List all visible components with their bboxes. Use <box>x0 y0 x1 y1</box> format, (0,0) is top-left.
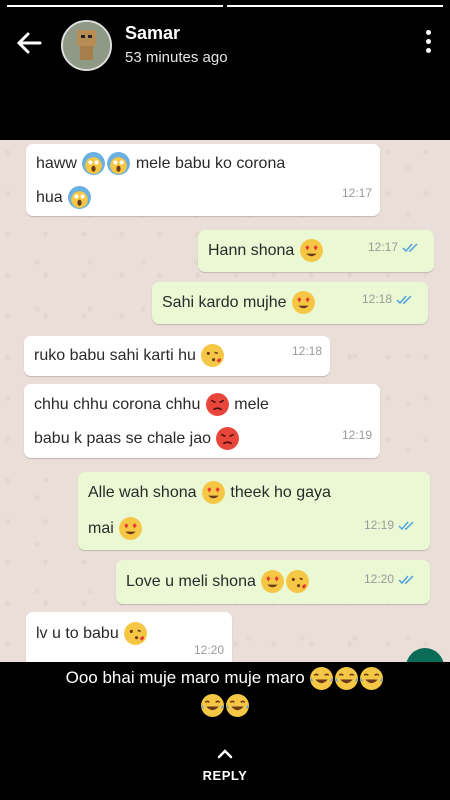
message-time: 12:17 <box>367 240 398 254</box>
status-image: haww mele babu ko corona hua 12:17 Hann … <box>0 140 450 662</box>
chat-bubble-outgoing: Hann shona 12:17 <box>198 230 434 272</box>
read-ticks-icon <box>396 295 412 304</box>
heart-eyes-emoji-icon <box>261 570 285 594</box>
tears-of-joy-emoji-icon <box>335 667 359 690</box>
contact-name: Samar <box>125 23 181 43</box>
tears-of-joy-emoji-icon <box>201 694 224 717</box>
read-ticks-icon <box>398 575 414 584</box>
chat-bubble-outgoing: Alle wah shona theek ho gaya mai 12:19 <box>78 472 430 550</box>
message-time: 12:18 <box>361 292 392 306</box>
progress-segment <box>227 5 443 7</box>
heart-eyes-emoji-icon <box>299 239 323 263</box>
heart-eyes-emoji-icon <box>202 481 225 505</box>
chat-bubble-incoming: haww mele babu ko corona hua 12:17 <box>26 144 380 216</box>
kiss-emoji-icon <box>201 344 225 368</box>
reply-button[interactable]: REPLY <box>0 746 450 783</box>
avatar[interactable] <box>61 20 112 71</box>
message-time: 12:17 <box>341 186 372 200</box>
chat-bubble-incoming: chhu chhu corona chhu mele babu k paas s… <box>24 384 380 458</box>
status-header: Samar 53 minutes ago <box>0 8 450 78</box>
chevron-up-icon <box>217 749 233 759</box>
chat-bubble-outgoing: Sahi kardo mujhe 12:18 <box>152 282 428 324</box>
status-time: 53 minutes ago <box>125 49 228 66</box>
read-ticks-icon <box>402 243 418 252</box>
message-time: 12:20 <box>193 643 224 657</box>
heart-eyes-emoji-icon <box>292 291 315 315</box>
scream-emoji-icon <box>68 186 92 210</box>
scream-emoji-icon <box>107 152 131 176</box>
tears-of-joy-emoji-icon <box>226 694 249 717</box>
progress-segment <box>7 5 223 7</box>
chat-bubble-incoming: lv u to babu 12:20 <box>26 612 232 662</box>
chat-bubble-outgoing: Love u meli shona 12:20 <box>116 560 430 604</box>
angry-emoji-icon <box>205 393 229 417</box>
message-time: 12:19 <box>363 518 394 532</box>
reply-label: REPLY <box>202 768 248 783</box>
heart-eyes-emoji-icon <box>119 517 143 541</box>
tears-of-joy-emoji-icon <box>310 667 334 690</box>
angry-emoji-icon <box>216 427 240 451</box>
message-time: 12:20 <box>363 572 394 586</box>
scream-emoji-icon <box>82 152 106 176</box>
more-vert-icon[interactable] <box>424 30 432 56</box>
status-progress <box>7 5 443 7</box>
message-time: 12:18 <box>291 344 322 358</box>
kiss-emoji-icon <box>286 570 310 594</box>
kiss-emoji-icon <box>124 622 148 646</box>
read-ticks-icon <box>398 521 414 530</box>
tears-of-joy-emoji-icon <box>360 667 384 690</box>
arrow-back-icon[interactable] <box>14 28 44 58</box>
chat-bubble-incoming: ruko babu sahi karti hu 12:18 <box>24 336 330 376</box>
status-caption: Ooo bhai muje maro muje maro <box>0 664 450 718</box>
message-time: 12:19 <box>341 428 372 442</box>
